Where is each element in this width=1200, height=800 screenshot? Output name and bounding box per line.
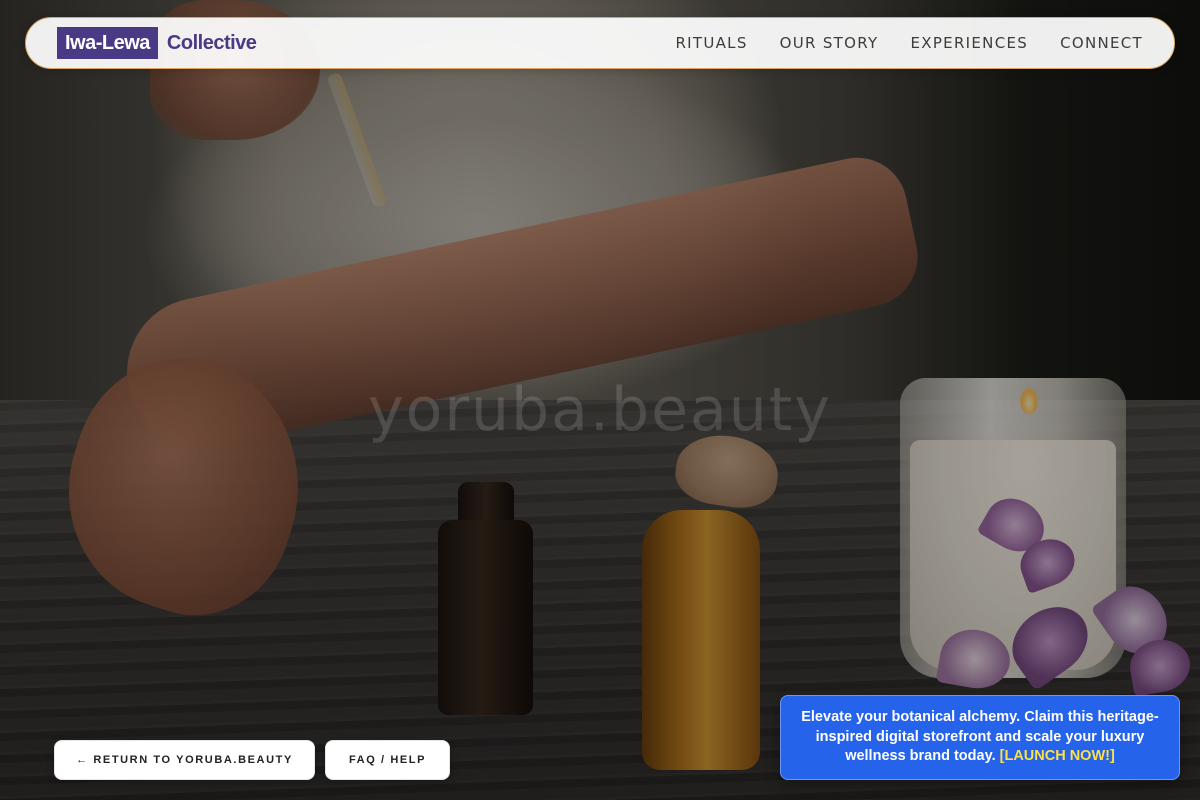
top-navbar: Iwa-Lewa Collective RITUALS OUR STORY EX…	[25, 17, 1175, 69]
nav-link-experiences[interactable]: EXPERIENCES	[910, 34, 1028, 52]
logo-text: Collective	[166, 31, 257, 54]
brand-logo[interactable]: Iwa-Lewa Collective	[57, 27, 257, 59]
nav-link-our-story[interactable]: OUR STORY	[780, 34, 879, 52]
nav-links: RITUALS OUR STORY EXPERIENCES CONNECT	[675, 18, 1143, 67]
domain-watermark: yoruba.beauty	[368, 375, 832, 445]
return-to-site-button[interactable]: ← RETURN TO YORUBA.BEAUTY	[54, 740, 315, 780]
nav-link-connect[interactable]: CONNECT	[1060, 34, 1143, 52]
nav-link-rituals[interactable]: RITUALS	[675, 34, 747, 52]
faq-help-button[interactable]: FAQ / HELP	[325, 740, 450, 780]
promo-banner[interactable]: Elevate your botanical alchemy. Claim th…	[780, 695, 1180, 780]
launch-now-link[interactable]: [LAUNCH NOW!]	[1000, 748, 1115, 764]
logo-box: Iwa-Lewa	[57, 27, 158, 59]
